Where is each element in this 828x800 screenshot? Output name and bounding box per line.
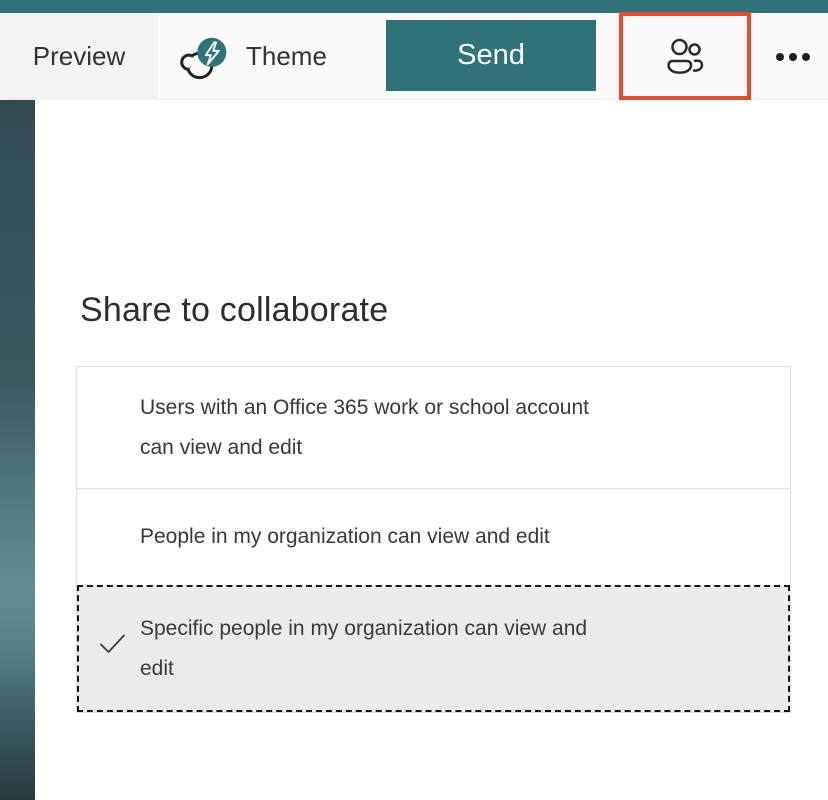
send-button-label: Send xyxy=(457,39,525,72)
option-line: Users with an Office 365 work or school … xyxy=(140,388,760,428)
option-specific-people-selected[interactable]: Specific people in my organization can v… xyxy=(77,585,790,712)
check-icon xyxy=(99,633,126,661)
preview-button-label: Preview xyxy=(33,41,125,72)
preview-button[interactable]: Preview xyxy=(0,13,158,100)
option-line: People in my organization can view and e… xyxy=(140,517,760,557)
annotation-highlight-box xyxy=(619,12,751,100)
permission-options-list: Users with an Office 365 work or school … xyxy=(76,366,791,713)
option-line: edit xyxy=(140,649,760,689)
theme-button-label: Theme xyxy=(246,41,327,72)
theme-background-strip xyxy=(0,100,35,800)
send-button[interactable]: Send xyxy=(386,20,596,91)
theme-button[interactable]: Theme xyxy=(170,13,335,100)
toolbar: Preview Theme Send xyxy=(0,13,828,100)
theme-icon xyxy=(178,27,240,87)
share-panel: Share to collaborate Specific people in … xyxy=(35,100,828,800)
collaborate-button[interactable] xyxy=(623,16,747,96)
forms-share-page: Preview Theme Send xyxy=(0,0,828,800)
option-line: Specific people in my organization can v… xyxy=(140,609,760,649)
more-options-button[interactable] xyxy=(762,13,824,100)
page-title: Share to collaborate xyxy=(80,291,388,330)
option-people-in-org[interactable]: People in my organization can view and e… xyxy=(77,488,790,585)
ellipsis-icon xyxy=(776,53,784,61)
people-icon xyxy=(662,34,708,78)
option-line: can view and edit xyxy=(140,428,760,468)
option-office365-account[interactable]: Users with an Office 365 work or school … xyxy=(77,367,790,488)
